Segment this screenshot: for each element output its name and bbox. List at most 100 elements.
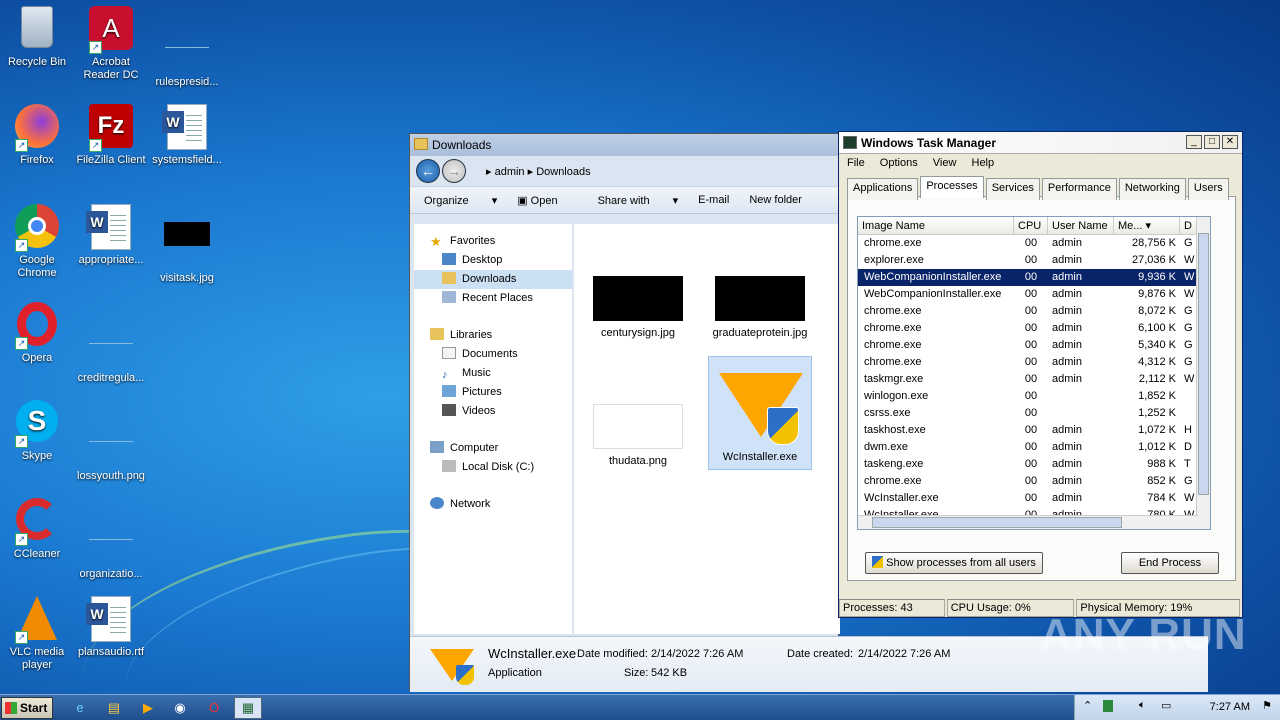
desktop-icon-recycle-bin[interactable]: Recycle Bin <box>0 6 74 69</box>
back-arrow-icon[interactable]: ← <box>416 159 440 183</box>
column-image-name[interactable]: Image Name <box>858 217 1014 234</box>
table-row[interactable]: chrome.exe 00 admin 6,100 KG <box>858 320 1210 337</box>
desktop-icon-plansaudio[interactable]: plansaudio.rtf <box>74 596 148 659</box>
nav-documents[interactable]: Documents <box>414 345 572 364</box>
details-modified-value: 2/14/2022 7:26 AM <box>651 648 744 660</box>
nav-music[interactable]: ♪ Music <box>414 364 572 383</box>
tab-applications[interactable]: Applications <box>847 178 919 200</box>
volume-icon[interactable]: 🔈︎ <box>1139 699 1146 712</box>
horizontal-scrollbar[interactable] <box>858 515 1198 529</box>
nav-local-disk[interactable]: Local Disk (C:) <box>414 458 572 477</box>
desktop-icon-skype[interactable]: S ↗ Skype <box>0 400 74 463</box>
file-item[interactable]: centurysign.jpg <box>586 276 690 340</box>
chrome-taskbar-icon[interactable]: ◉ <box>166 697 194 719</box>
table-row[interactable]: explorer.exe 00 admin 27,036 KW <box>858 252 1210 269</box>
table-cell: chrome.exe <box>864 356 922 368</box>
desktop-icon-rulespresid[interactable]: rulespresid... <box>150 6 224 89</box>
nav-downloads[interactable]: Downloads <box>414 270 572 289</box>
desktop-icon-chrome[interactable]: ↗ Google Chrome <box>0 204 74 280</box>
close-button[interactable]: ✕ <box>1222 135 1238 149</box>
desktop-icon-filezilla[interactable]: Fz ↗ FileZilla Client <box>74 104 148 167</box>
task-manager-taskbar-icon[interactable]: ▦ <box>234 697 262 719</box>
minimize-button[interactable]: _ <box>1186 135 1202 149</box>
show-all-users-button[interactable]: Show processes from all users <box>865 552 1043 574</box>
table-row[interactable]: WebCompanionInstaller.exe 00 admin 9,876 KW <box>858 286 1210 303</box>
taskmgr-titlebar[interactable]: Windows Task Manager _ □ ✕ <box>839 132 1242 154</box>
nav-computer[interactable]: Computer <box>414 439 572 458</box>
column-cpu[interactable]: CPU <box>1014 217 1048 234</box>
file-item[interactable]: thudata.png <box>586 404 690 468</box>
new-folder-button[interactable]: New folder <box>749 194 802 206</box>
table-row[interactable]: chrome.exe 00 admin 5,340 KG <box>858 337 1210 354</box>
desktop-icon-opera[interactable]: ↗ Opera <box>0 302 74 365</box>
menu-options[interactable]: Options <box>880 157 918 169</box>
desktop-icon-visitask[interactable]: visitask.jpg <box>150 204 224 285</box>
nav-libraries[interactable]: Libraries <box>414 326 572 345</box>
menu-file[interactable]: File <box>847 157 865 169</box>
file-item[interactable]: graduateprotein.jpg <box>708 276 812 340</box>
desktop-icon-creditregula[interactable]: creditregula... <box>74 302 148 385</box>
end-process-button[interactable]: End Process <box>1121 552 1219 574</box>
nav-desktop[interactable]: Desktop <box>414 251 572 270</box>
menu-help[interactable]: Help <box>972 157 995 169</box>
open-button[interactable]: ▣ Open <box>517 194 577 207</box>
media-player-icon[interactable]: ▶ <box>134 697 162 719</box>
explorer-titlebar[interactable]: Downloads <box>410 134 838 156</box>
nav-pictures[interactable]: Pictures <box>414 383 572 402</box>
process-table[interactable]: Image Name CPU User Name Me... ▾ D chrom… <box>857 216 1211 530</box>
tab-services[interactable]: Services <box>985 178 1040 200</box>
desktop-icon-lossyouth[interactable]: lossyouth.png <box>74 400 148 483</box>
action-center-flag-icon[interactable]: ⚑ <box>1262 699 1272 712</box>
internet-explorer-icon[interactable]: e <box>66 697 94 719</box>
desktop-icon-systemsfield[interactable]: systemsfield... <box>150 104 224 167</box>
maximize-button[interactable]: □ <box>1204 135 1220 149</box>
table-row[interactable]: chrome.exe 00 admin 4,312 KG <box>858 354 1210 371</box>
table-row[interactable]: chrome.exe 00 admin 8,072 KG <box>858 303 1210 320</box>
nav-recent-places[interactable]: Recent Places <box>414 289 572 308</box>
network-tray-icon[interactable] <box>1103 700 1113 712</box>
table-row[interactable]: WcInstaller.exe 00 admin 784 KW <box>858 490 1210 507</box>
explorer-window[interactable]: Downloads ← → ▸ admin ▸ Downloads Organi… <box>409 133 1208 692</box>
file-item-selected[interactable]: WcInstaller.exe <box>708 356 812 470</box>
nav-network[interactable]: Network <box>414 495 572 514</box>
show-hidden-icons-icon[interactable]: ⌃ <box>1083 699 1092 712</box>
desktop-icon-ccleaner[interactable]: ↗ CCleaner <box>0 498 74 561</box>
tab-processes[interactable]: Processes <box>920 176 984 198</box>
desktop-icon-firefox[interactable]: ↗ Firefox <box>0 104 74 167</box>
desktop-icon-acrobat[interactable]: A ↗ Acrobat Reader DC <box>74 6 148 82</box>
breadcrumb[interactable]: ▸ admin ▸ Downloads <box>486 165 591 178</box>
desktop-icon-vlc[interactable]: ↗ VLC media player <box>0 596 74 672</box>
breadcrumb-admin[interactable]: admin <box>495 166 525 178</box>
tab-users[interactable]: Users <box>1187 178 1229 200</box>
table-row-selected[interactable]: WebCompanionInstaller.exe 00 admin 9,936 KW <box>858 269 1210 286</box>
organize-button[interactable]: Organize ▾ <box>424 194 497 207</box>
clock[interactable]: 7:27 AM <box>1210 701 1250 713</box>
table-row[interactable]: taskeng.exe 00 admin 988 KT <box>858 456 1210 473</box>
column-memory[interactable]: Me... ▾ <box>1114 217 1180 234</box>
desktop-icon-appropriate[interactable]: appropriate... <box>74 204 148 267</box>
tab-performance[interactable]: Performance <box>1041 178 1117 200</box>
forward-arrow-icon[interactable]: → <box>442 159 466 183</box>
vertical-scrollbar[interactable] <box>1196 217 1210 529</box>
task-manager-window[interactable]: Windows Task Manager _ □ ✕ File Options … <box>838 131 1243 618</box>
table-row[interactable]: csrss.exe 00 1,252 K <box>858 405 1210 422</box>
table-row[interactable]: taskmgr.exe 00 admin 2,112 KW <box>858 371 1210 388</box>
share-with-button[interactable]: Share with ▾ <box>598 194 679 207</box>
desktop-icon-organizatio[interactable]: organizatio... <box>74 498 148 581</box>
table-row[interactable]: chrome.exe 00 admin 852 KG <box>858 473 1210 490</box>
table-row[interactable]: dwm.exe 00 admin 1,012 KD <box>858 439 1210 456</box>
menu-view[interactable]: View <box>933 157 957 169</box>
table-row[interactable]: chrome.exe 00 admin 28,756 KG <box>858 235 1210 252</box>
opera-taskbar-icon[interactable]: O <box>200 697 228 719</box>
start-button[interactable]: Start <box>1 697 53 719</box>
explorer-folder-icon[interactable]: ▤ <box>100 697 128 719</box>
nav-videos[interactable]: Videos <box>414 402 572 421</box>
tab-networking[interactable]: Networking <box>1118 178 1186 200</box>
table-row[interactable]: winlogon.exe 00 1,852 K <box>858 388 1210 405</box>
column-user-name[interactable]: User Name <box>1048 217 1114 234</box>
breadcrumb-downloads[interactable]: Downloads <box>536 166 590 178</box>
nav-favorites[interactable]: ★ Favorites <box>414 232 572 251</box>
table-row[interactable]: taskhost.exe 00 admin 1,072 KH <box>858 422 1210 439</box>
email-button[interactable]: E-mail <box>698 194 729 206</box>
power-icon[interactable]: ▭ <box>1161 699 1171 712</box>
